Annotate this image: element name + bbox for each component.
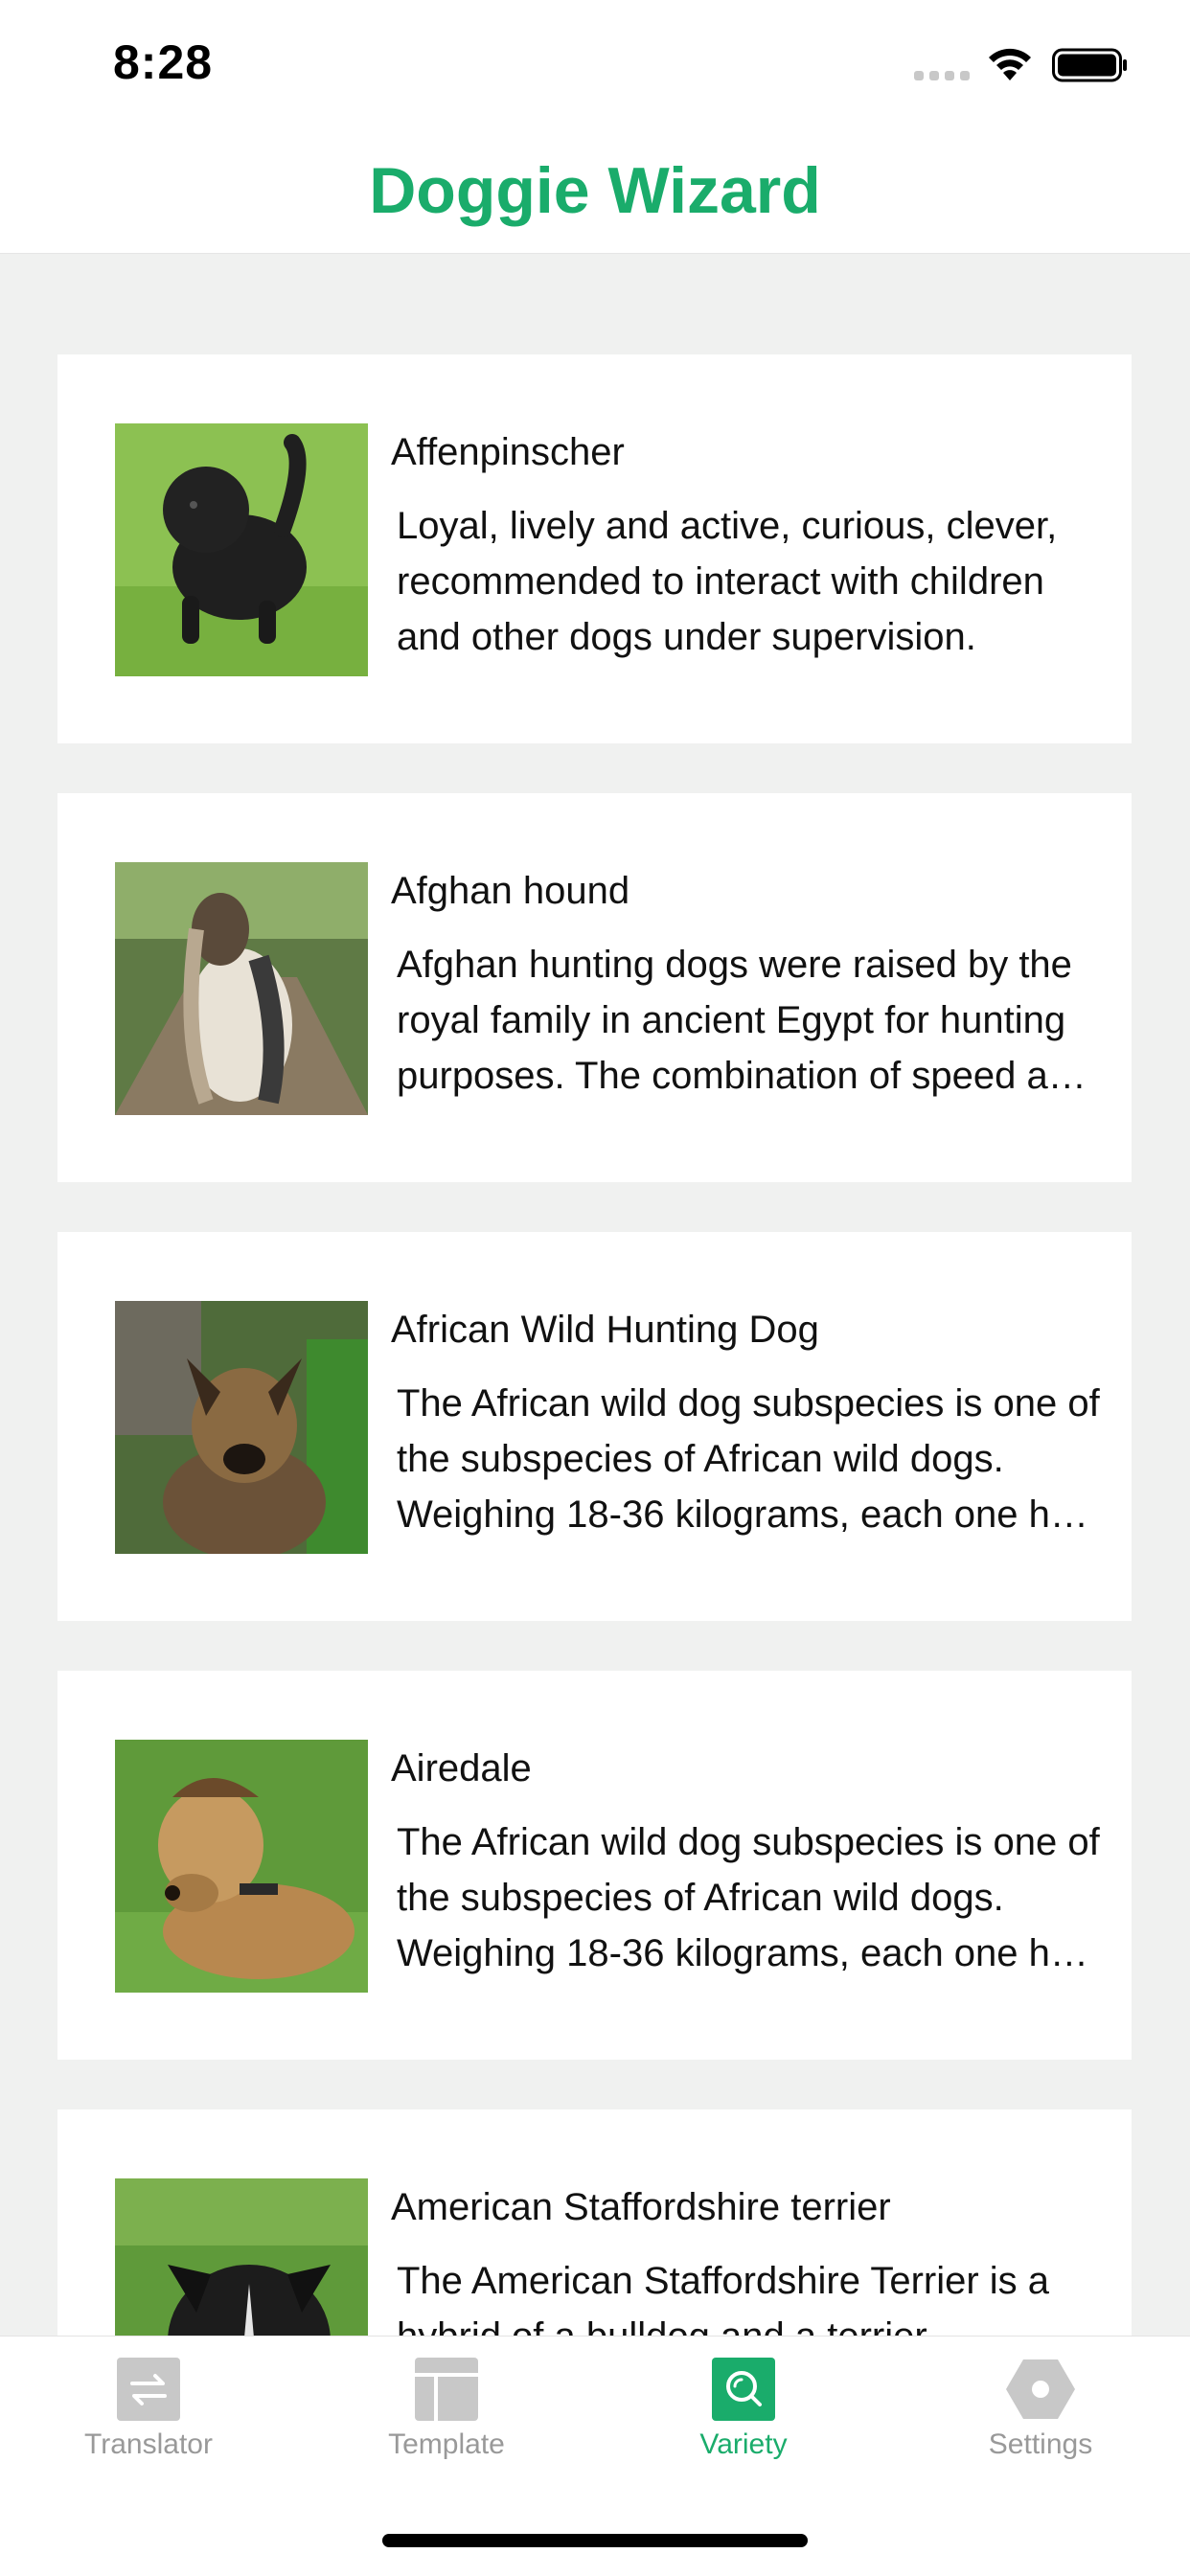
breed-list[interactable]: Affenpinscher Loyal, lively and active, … xyxy=(0,254,1190,2336)
breed-description: The African wild dog subspecies is one o… xyxy=(397,1382,1100,1536)
breed-description: Afghan hunting dogs were raised by the r… xyxy=(397,944,1091,1097)
breed-card-american-staffordshire-terrier[interactable]: American Staffordshire terrier The Ameri… xyxy=(57,2109,1132,2336)
breed-name: Affenpinscher xyxy=(391,431,625,473)
template-icon xyxy=(415,2358,478,2421)
breed-thumbnail xyxy=(115,2178,368,2336)
breed-description: The American Staffordshire Terrier is a … xyxy=(397,2260,1050,2336)
breed-name: American Staffordshire terrier xyxy=(391,2186,891,2228)
breed-name: Airedale xyxy=(391,1747,532,1790)
tab-settings[interactable]: Settings xyxy=(897,2358,1184,2461)
breed-card-afghan-hound[interactable]: Afghan hound Afghan hunting dogs were ra… xyxy=(57,793,1132,1182)
breed-card-affenpinscher[interactable]: Affenpinscher Loyal, lively and active, … xyxy=(57,354,1132,743)
home-indicator[interactable] xyxy=(382,2534,808,2547)
gear-icon xyxy=(1006,2359,1075,2419)
tab-translator[interactable]: Translator xyxy=(5,2358,292,2461)
tab-label: Translator xyxy=(84,2428,213,2460)
breed-thumbnail xyxy=(115,1740,368,1993)
breed-description: Loyal, lively and active, curious, cleve… xyxy=(397,505,1058,658)
status-time: 8:28 xyxy=(113,35,214,89)
navigation-bar: Doggie Wizard xyxy=(0,130,1190,254)
tab-label: Settings xyxy=(988,2428,1093,2460)
cellular-signal-icon xyxy=(914,71,970,80)
breed-card-airedale[interactable]: Airedale The African wild dog subspecies… xyxy=(57,1671,1132,2060)
breed-description: The African wild dog subspecies is one o… xyxy=(397,1821,1100,1974)
breed-name: African Wild Hunting Dog xyxy=(391,1309,819,1351)
tab-variety[interactable]: Variety xyxy=(600,2358,887,2461)
breed-name: Afghan hound xyxy=(391,870,630,912)
swap-arrows-icon xyxy=(117,2358,180,2421)
search-icon xyxy=(712,2358,775,2421)
tab-label: Variety xyxy=(699,2428,788,2460)
tab-template[interactable]: Template xyxy=(303,2358,590,2461)
breed-card-african-wild-hunting-dog[interactable]: African Wild Hunting Dog The African wil… xyxy=(57,1232,1132,1621)
breed-thumbnail xyxy=(115,862,368,1115)
wifi-icon xyxy=(989,48,1031,80)
tab-label: Template xyxy=(388,2428,505,2460)
status-bar: 8:28 xyxy=(0,0,1190,130)
battery-icon xyxy=(1052,48,1127,82)
page-title: Doggie Wizard xyxy=(369,154,821,227)
breed-thumbnail xyxy=(115,423,368,676)
breed-thumbnail xyxy=(115,1301,368,1554)
